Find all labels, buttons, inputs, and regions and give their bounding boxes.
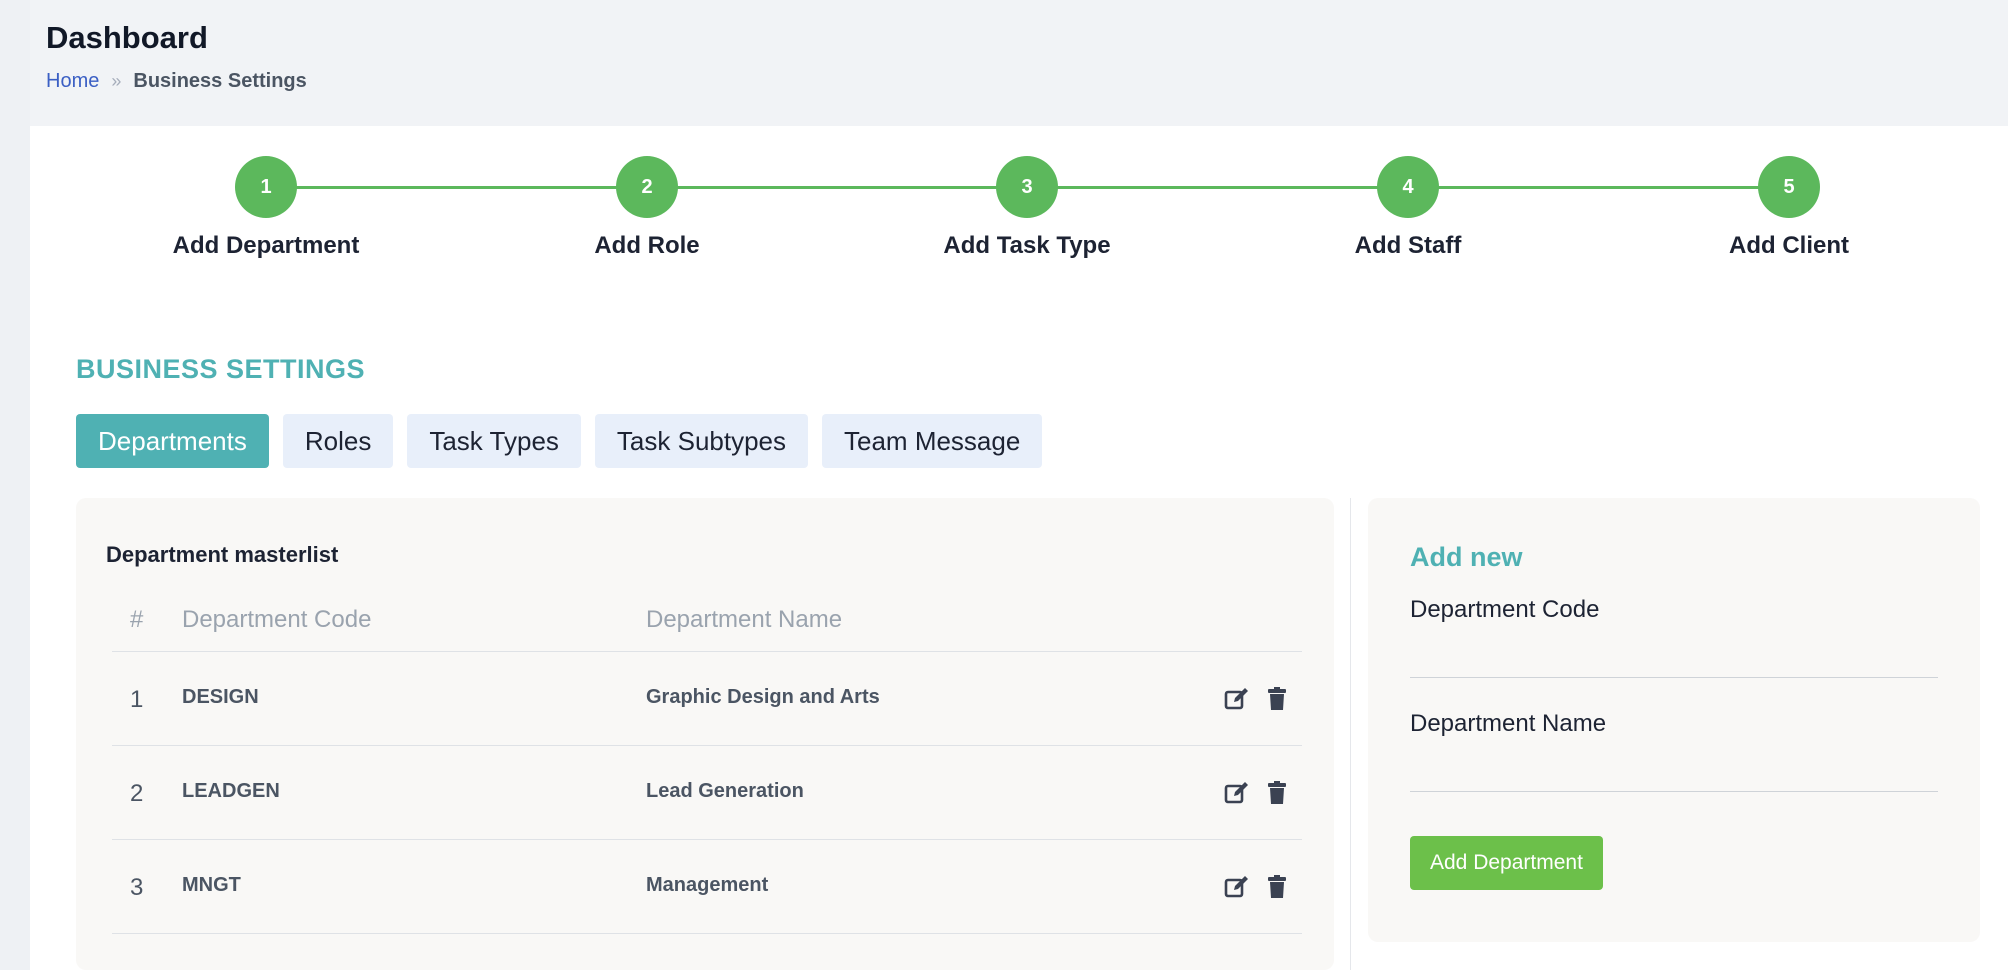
breadcrumb-current: Business Settings bbox=[133, 70, 307, 92]
step-add-staff[interactable]: 4 Add Staff bbox=[1278, 156, 1538, 260]
step-label: Add Role bbox=[594, 232, 700, 259]
settings-tabs: Departments Roles Task Types Task Subtyp… bbox=[76, 414, 1043, 468]
edit-icon[interactable] bbox=[1224, 780, 1250, 806]
step-add-role[interactable]: 2 Add Role bbox=[517, 156, 777, 260]
department-masterlist-card: Department masterlist # Department Code … bbox=[76, 498, 1334, 970]
row-number: 1 bbox=[130, 686, 144, 713]
table-header: # Department Code Department Name bbox=[112, 592, 1302, 652]
breadcrumb-separator-icon: » bbox=[111, 71, 122, 91]
tab-team-message[interactable]: Team Message bbox=[822, 414, 1043, 468]
step-circle: 5 bbox=[1758, 156, 1820, 218]
department-code: LEADGEN bbox=[182, 780, 280, 802]
step-circle: 1 bbox=[235, 156, 297, 218]
page-header bbox=[30, 0, 2008, 126]
department-code-field[interactable] bbox=[1410, 634, 1938, 678]
row-number: 3 bbox=[130, 874, 144, 901]
step-add-client[interactable]: 5 Add Client bbox=[1659, 156, 1919, 260]
page-title: Dashboard bbox=[46, 20, 208, 55]
step-label: Add Staff bbox=[1354, 232, 1462, 259]
step-circle: 2 bbox=[616, 156, 678, 218]
tab-roles[interactable]: Roles bbox=[282, 414, 394, 468]
trash-icon[interactable] bbox=[1264, 874, 1290, 900]
trash-icon[interactable] bbox=[1264, 686, 1290, 712]
table-row: 3 MNGT Management bbox=[112, 840, 1302, 934]
department-name: Management bbox=[646, 874, 769, 896]
tab-task-subtypes[interactable]: Task Subtypes bbox=[594, 414, 809, 468]
step-label: Add Task Type bbox=[943, 232, 1111, 259]
tab-task-types[interactable]: Task Types bbox=[407, 414, 581, 468]
department-name: Graphic Design and Arts bbox=[646, 686, 880, 708]
add-department-card: Add new Department Code Department Name … bbox=[1368, 498, 1980, 942]
department-code: DESIGN bbox=[182, 686, 259, 708]
department-name-label: Department Name bbox=[1410, 710, 1607, 737]
breadcrumb: Home » Business Settings bbox=[46, 70, 307, 93]
table-row: 1 DESIGN Graphic Design and Arts bbox=[112, 652, 1302, 746]
step-add-task-type[interactable]: 3 Add Task Type bbox=[897, 156, 1157, 260]
masterlist-title: Department masterlist bbox=[106, 542, 339, 567]
add-department-button[interactable]: Add Department bbox=[1410, 836, 1603, 890]
column-header-number: # bbox=[130, 606, 144, 633]
tab-departments[interactable]: Departments bbox=[76, 414, 269, 468]
step-circle: 4 bbox=[1377, 156, 1439, 218]
department-code-label: Department Code bbox=[1410, 596, 1600, 623]
step-label: Add Department bbox=[172, 232, 360, 259]
step-add-department[interactable]: 1 Add Department bbox=[136, 156, 396, 260]
row-actions bbox=[1224, 686, 1290, 712]
column-header-name: Department Name bbox=[646, 606, 843, 633]
step-label: Add Client bbox=[1729, 232, 1849, 259]
row-actions bbox=[1224, 874, 1290, 900]
row-actions bbox=[1224, 780, 1290, 806]
department-name-field[interactable] bbox=[1410, 748, 1938, 792]
department-name: Lead Generation bbox=[646, 780, 804, 802]
edit-icon[interactable] bbox=[1224, 686, 1250, 712]
section-title: BUSINESS SETTINGS bbox=[76, 354, 366, 384]
add-new-title: Add new bbox=[1410, 542, 1523, 572]
department-code: MNGT bbox=[182, 874, 241, 896]
breadcrumb-home-link[interactable]: Home bbox=[46, 70, 99, 93]
step-circle: 3 bbox=[996, 156, 1058, 218]
edit-icon[interactable] bbox=[1224, 874, 1250, 900]
row-number: 2 bbox=[130, 780, 144, 807]
table-row: 2 LEADGEN Lead Generation bbox=[112, 746, 1302, 840]
column-divider bbox=[1350, 498, 1351, 970]
trash-icon[interactable] bbox=[1264, 780, 1290, 806]
column-header-code: Department Code bbox=[182, 606, 372, 633]
left-sidebar-edge bbox=[0, 0, 30, 970]
